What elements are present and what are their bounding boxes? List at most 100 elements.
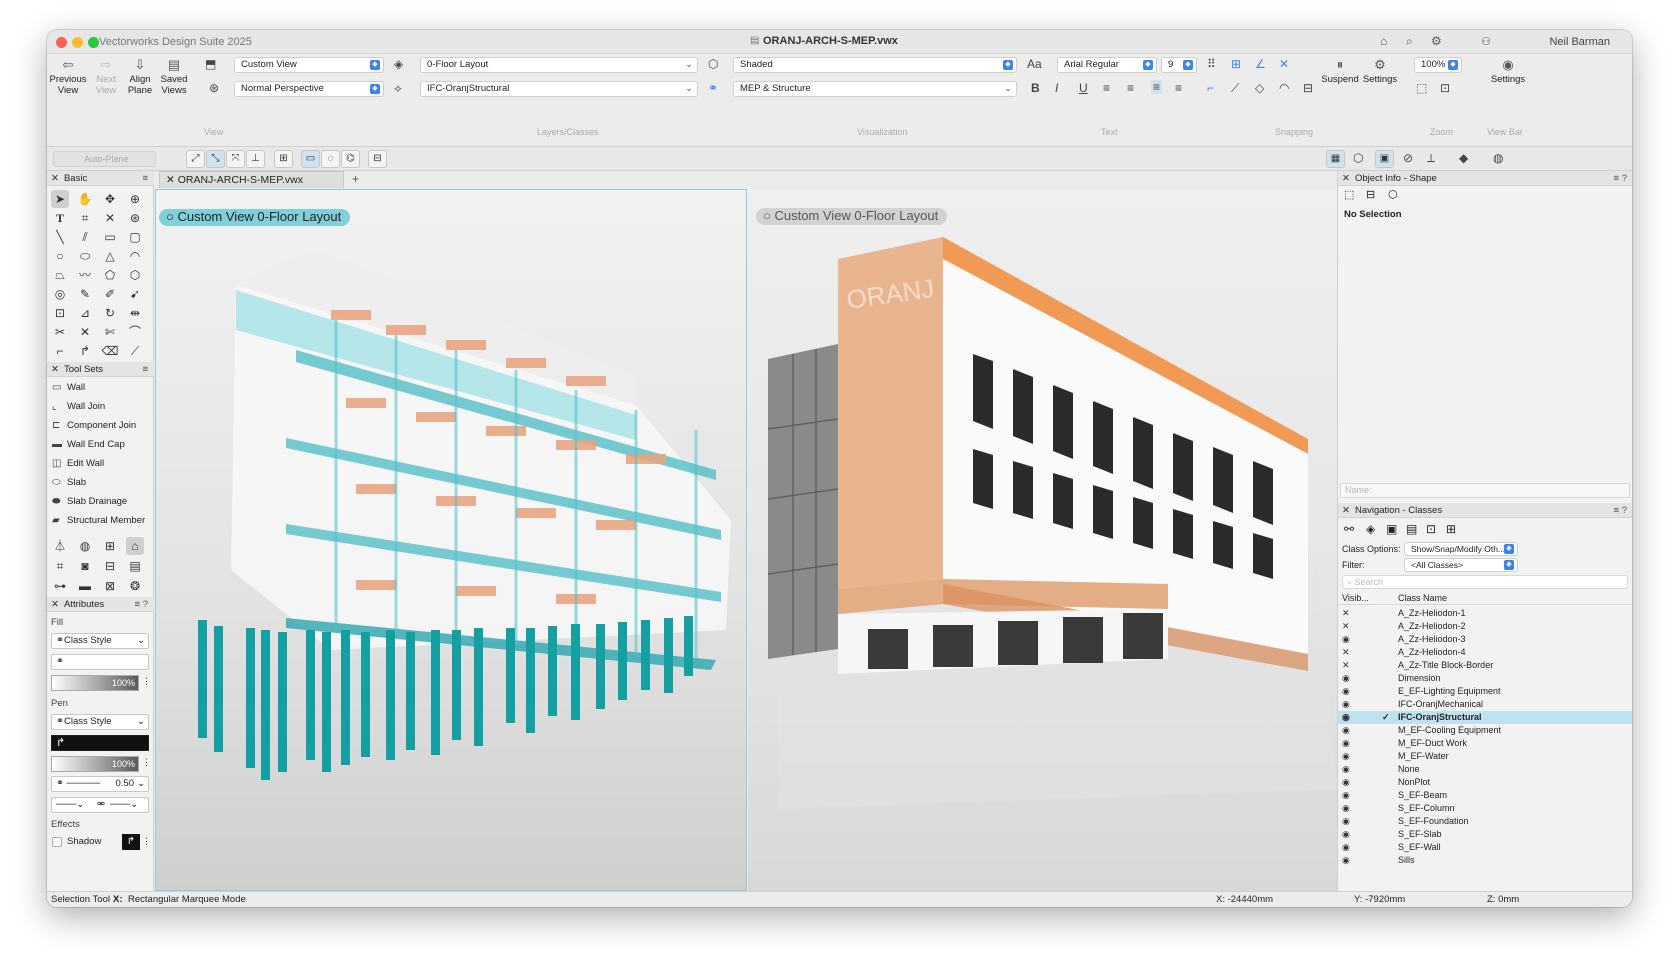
toolset-bed-icon[interactable]: ▬: [76, 577, 94, 595]
layers-icon[interactable]: ◈: [394, 57, 403, 71]
pan-tool-icon[interactable]: ✋: [76, 190, 94, 208]
tape-measure-tool-icon[interactable]: ⟋: [126, 342, 144, 360]
class-row[interactable]: ◉ E_EF-Lighting Equipment: [1338, 685, 1632, 698]
mode-button-4[interactable]: ⊥: [246, 150, 265, 168]
visibility-column-header[interactable]: Visib...: [1342, 591, 1369, 605]
oval-tool-icon[interactable]: ⬭: [76, 247, 94, 265]
tool-slab[interactable]: ⬭ Slab: [52, 475, 86, 491]
view-bar-settings-button[interactable]: ◉ Settings: [1487, 58, 1529, 85]
toolset-space-icon[interactable]: ⊠: [101, 577, 119, 595]
pen-opacity-slider[interactable]: 100%: [51, 756, 139, 772]
shadow-checkbox[interactable]: [52, 837, 62, 847]
snap-intersection-icon[interactable]: ✕: [1279, 57, 1289, 71]
polygon-tool-icon[interactable]: ⬠: [101, 266, 119, 284]
bold-icon[interactable]: B: [1031, 81, 1040, 95]
toolset-camera-icon[interactable]: ◙: [76, 557, 94, 575]
toolset-building-icon[interactable]: ⌂: [126, 537, 144, 555]
circle-tool-icon[interactable]: ○: [51, 247, 69, 265]
tool-slab-drainage[interactable]: ⬬ Slab Drainage: [52, 494, 127, 510]
tool-edit-wall[interactable]: ◫ Edit Wall: [52, 456, 104, 472]
nav-tab-layers-icon[interactable]: ◈: [1366, 522, 1375, 536]
left-viewport-label[interactable]: ○ Custom View 0-Floor Layout: [159, 209, 351, 226]
class-row[interactable]: ◉ S_EF-Column: [1338, 802, 1632, 815]
snap-surface-icon[interactable]: ◇: [1255, 81, 1264, 95]
saved-views-button[interactable]: ▤ Saved Views: [153, 58, 195, 96]
triangle-tool-icon[interactable]: △: [101, 247, 119, 265]
fillet-tool-icon[interactable]: ⌒: [126, 323, 144, 341]
pen-opacity-menu-icon[interactable]: ⋮: [142, 757, 151, 768]
class-row[interactable]: ◉ Dimension: [1338, 672, 1632, 685]
offset-tool-icon[interactable]: ⊡: [51, 304, 69, 322]
italic-icon[interactable]: I: [1055, 81, 1058, 95]
document-tab[interactable]: ✕ ORANJ-ARCH-S-MEP.vwx: [159, 171, 344, 188]
rectangular-marquee-mode-button[interactable]: ▭: [301, 150, 320, 168]
right-viewport[interactable]: ORANJ ○ Custom View 0-Floor Layout: [748, 189, 1337, 891]
nav-tab-sheets-icon[interactable]: ▤: [1406, 522, 1417, 536]
eye-icon[interactable]: ◉: [1342, 737, 1350, 750]
user-name[interactable]: Neil Barman: [1549, 36, 1610, 48]
class-row[interactable]: ✕ A_Zz-Heliodon-2: [1338, 620, 1632, 633]
class-row[interactable]: ✕ A_Zz-Title Block-Border: [1338, 659, 1632, 672]
eye-icon[interactable]: ◉: [1342, 776, 1350, 789]
font-select[interactable]: Arial Regular ◆: [1057, 57, 1157, 73]
zoom-tool-icon[interactable]: ⊕: [126, 190, 144, 208]
eye-icon[interactable]: ◉: [1342, 685, 1350, 698]
menu-icon[interactable]: ≡: [142, 362, 148, 377]
eye-icon[interactable]: ◉: [1342, 828, 1350, 841]
nav-tab-views-icon[interactable]: ⊡: [1426, 522, 1436, 536]
class-row[interactable]: ◉ None: [1338, 763, 1632, 776]
close-icon[interactable]: ✕: [51, 173, 59, 184]
class-row[interactable]: ◉ M_EF-Cooling Equipment: [1338, 724, 1632, 737]
toolset-dims-icon[interactable]: ⌗: [51, 557, 69, 575]
tool-component-join[interactable]: ⊏ Component Join: [52, 418, 136, 434]
shape-tab-icon[interactable]: ⬚: [1344, 188, 1354, 201]
add-tab-icon[interactable]: +: [352, 172, 359, 186]
toolset-stair-icon[interactable]: ▤: [126, 557, 144, 575]
align-right-icon[interactable]: ≡: [1151, 80, 1163, 94]
class-row[interactable]: ◉ M_EF-Duct Work: [1338, 737, 1632, 750]
eye-icon[interactable]: ◉: [1342, 750, 1350, 763]
justify-icon[interactable]: ≡: [1175, 81, 1182, 95]
tool-wall-end-cap[interactable]: ▬ Wall End Cap: [52, 437, 125, 453]
rotate-tool-icon[interactable]: ↻: [101, 304, 119, 322]
polygon-mode-button[interactable]: ⌬: [341, 150, 360, 168]
eye-icon[interactable]: ◉: [1342, 841, 1350, 854]
snap-arc-icon[interactable]: ◠: [1279, 81, 1289, 95]
reshape-tool-icon[interactable]: ➹: [126, 285, 144, 303]
trim-tool-icon[interactable]: ✄: [101, 323, 119, 341]
snap-settings-button[interactable]: ⚙ Settings: [1359, 58, 1401, 85]
right-viewport-label[interactable]: ○ Custom View 0-Floor Layout: [756, 208, 948, 225]
class-row[interactable]: ◉ A_Zz-Heliodon-3: [1338, 633, 1632, 646]
class-row[interactable]: ◉ M_EF-Water: [1338, 750, 1632, 763]
snap-grid-icon[interactable]: ⠿: [1207, 57, 1216, 71]
clip-tool-icon[interactable]: ✕: [76, 323, 94, 341]
class-row[interactable]: ◉ NonPlot: [1338, 776, 1632, 789]
line-weight-select[interactable]: ⚭ ───── 0.50 ⌄: [51, 776, 149, 792]
spiral-tool-icon[interactable]: ◎: [51, 285, 69, 303]
class-row[interactable]: ◉ S_EF-Wall: [1338, 841, 1632, 854]
close-window-icon[interactable]: [56, 37, 67, 48]
pen-style-select[interactable]: ⚭Class Style ⌄: [51, 714, 149, 730]
selection-tool-icon[interactable]: ➤: [51, 190, 69, 208]
snap-distance-icon[interactable]: ⌐: [1207, 81, 1214, 95]
mode-button-3[interactable]: ⤧: [226, 150, 245, 168]
callout-tool-icon[interactable]: ⌗: [76, 209, 94, 227]
locus-tool-icon[interactable]: ✕: [101, 209, 119, 227]
hidden-icon[interactable]: ✕: [1342, 607, 1350, 620]
rounded-rectangle-tool-icon[interactable]: ▢: [126, 228, 144, 246]
arc-tool-icon[interactable]: ◠: [126, 247, 144, 265]
tool-wall-join[interactable]: ⌞ Wall Join: [52, 399, 105, 415]
line-tool-icon[interactable]: ╲: [51, 228, 69, 246]
fill-opacity-slider[interactable]: 100%: [51, 675, 139, 691]
align-left-icon[interactable]: ≡: [1103, 81, 1110, 95]
chamfer-tool-icon[interactable]: ⌐: [51, 342, 69, 360]
toolset-detailing-icon[interactable]: ⊞: [101, 537, 119, 555]
globe-icon[interactable]: ◍: [1493, 151, 1503, 165]
fill-style-select[interactable]: ⚭Class Style ⌄: [51, 633, 149, 649]
hide-icon[interactable]: ⊘: [1403, 151, 1413, 165]
view-mode-button-3[interactable]: ▣: [1375, 150, 1394, 168]
tool-wall[interactable]: ▭ Wall: [52, 380, 85, 396]
view-icon[interactable]: ⬒: [205, 57, 216, 71]
polyline-tool-icon[interactable]: ⏢: [51, 266, 69, 284]
fill-opacity-menu-icon[interactable]: ⋮: [142, 676, 151, 687]
